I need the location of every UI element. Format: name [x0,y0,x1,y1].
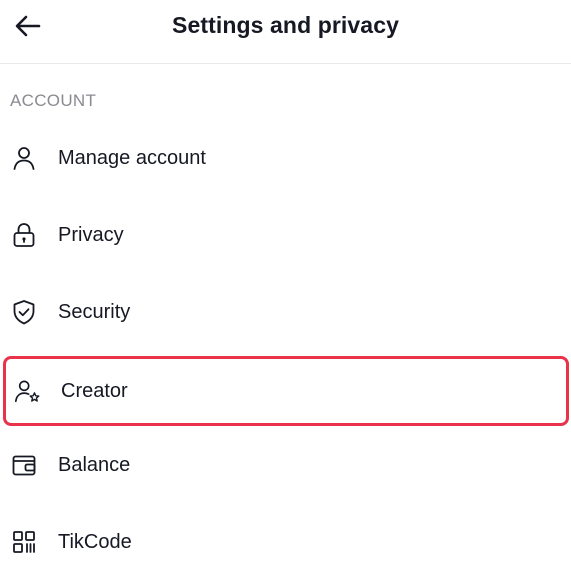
menu-item-label: Balance [58,454,131,476]
menu-item-label: TikCode [58,531,132,553]
menu-item-label: Manage account [58,147,206,169]
menu-item-security[interactable]: Security [0,280,571,344]
menu-item-manage-account[interactable]: Manage account [0,126,571,190]
menu-item-label: Creator [61,380,128,402]
wallet-icon [10,451,38,479]
page-title: Settings and privacy [172,12,399,38]
menu-item-label: Security [58,301,131,323]
section-label-account: ACCOUNT [10,91,97,110]
person-icon [10,144,38,172]
lock-icon [10,221,38,249]
top-bar: Settings and privacy [0,0,571,64]
menu-item-balance[interactable]: Balance [0,433,571,497]
menu-item-label: Privacy [58,224,124,246]
menu-item-tikcode[interactable]: TikCode [0,510,571,574]
shield-check-icon [10,298,38,326]
menu-item-privacy[interactable]: Privacy [0,203,571,267]
qr-code-icon [10,528,38,556]
person-star-icon [13,377,41,405]
menu-item-creator[interactable]: Creator [3,356,569,426]
